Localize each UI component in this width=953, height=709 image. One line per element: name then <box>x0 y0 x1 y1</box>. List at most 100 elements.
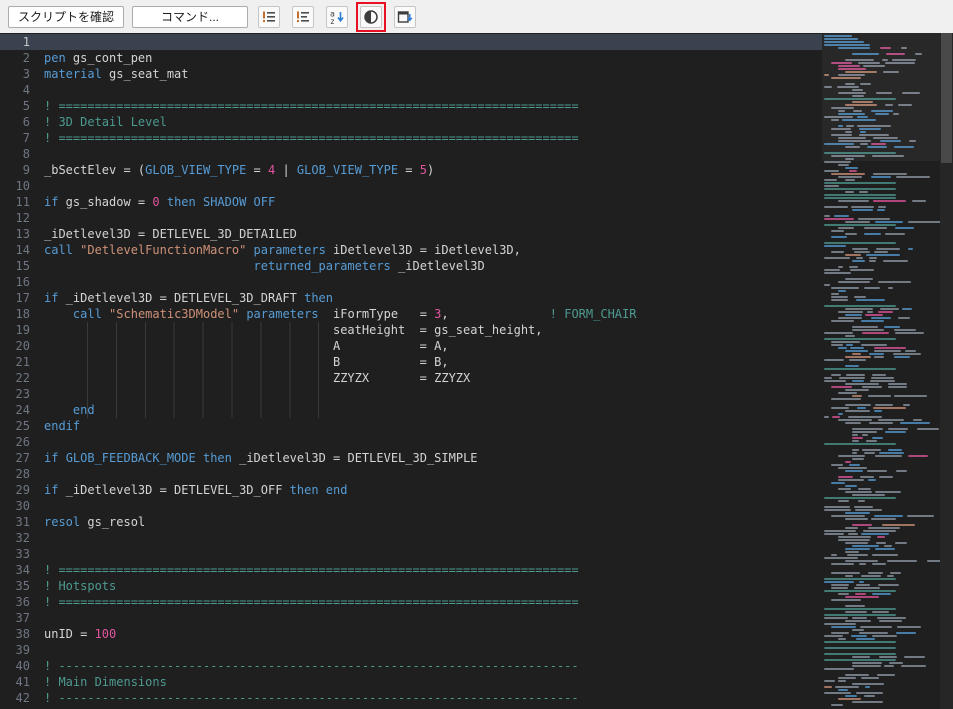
code-line[interactable]: 42! ------------------------------------… <box>0 690 822 706</box>
scrollbar-thumb[interactable] <box>941 33 952 163</box>
line-number: 3 <box>0 66 44 82</box>
code-line[interactable]: 2pen gs_cont_pen <box>0 50 822 66</box>
check-script-button[interactable]: スクリプトを確認 <box>8 6 124 28</box>
code-text: seatHeight = gs_seat_height, <box>44 322 543 338</box>
code-line[interactable]: 31resol gs_resol <box>0 514 822 530</box>
line-number: 19 <box>0 322 44 338</box>
code-text: ! ======================================… <box>44 562 579 578</box>
line-number: 31 <box>0 514 44 530</box>
toolbar-icon-group: a z <box>258 6 416 28</box>
code-line[interactable]: 14call "DetlevelFunctionMacro" parameter… <box>0 242 822 258</box>
parameter-list-button[interactable] <box>258 6 280 28</box>
minimap-row <box>822 704 940 707</box>
code-text: unID = 100 <box>44 626 116 642</box>
contrast-toggle-icon <box>363 9 379 25</box>
line-number: 27 <box>0 450 44 466</box>
code-line[interactable]: 33 <box>0 546 822 562</box>
line-number: 8 <box>0 146 44 162</box>
line-number: 23 <box>0 386 44 402</box>
line-number: 11 <box>0 194 44 210</box>
svg-text:z: z <box>330 17 335 25</box>
code-line[interactable]: 6! 3D Detail Level <box>0 114 822 130</box>
code-text: if GLOB_FEEDBACK_MODE then _iDetlevel3D … <box>44 450 478 466</box>
code-line[interactable]: 23 <box>0 386 822 402</box>
code-line[interactable]: 8 <box>0 146 822 162</box>
line-number: 38 <box>0 626 44 642</box>
line-number: 18 <box>0 306 44 322</box>
code-line[interactable]: 20 A = A, <box>0 338 822 354</box>
code-line[interactable]: 17if _iDetlevel3D = DETLEVEL_3D_DRAFT th… <box>0 290 822 306</box>
code-line[interactable]: 13_iDetlevel3D = DETLEVEL_3D_DETAILED <box>0 226 822 242</box>
code-line[interactable]: 15 returned_parameters _iDetlevel3D <box>0 258 822 274</box>
code-line[interactable]: 5! =====================================… <box>0 98 822 114</box>
minimap[interactable] <box>822 33 940 709</box>
line-number: 34 <box>0 562 44 578</box>
parameter-list-alt-button[interactable] <box>292 6 314 28</box>
code-line[interactable]: 30 <box>0 498 822 514</box>
commands-button[interactable]: コマンド... <box>132 6 248 28</box>
code-line[interactable]: 39 <box>0 642 822 658</box>
code-line[interactable]: 28 <box>0 466 822 482</box>
line-number: 39 <box>0 642 44 658</box>
code-text: ! ======================================… <box>44 130 579 146</box>
code-line[interactable]: 3material gs_seat_mat <box>0 66 822 82</box>
code-line[interactable]: 19 seatHeight = gs_seat_height, <box>0 322 822 338</box>
code-line[interactable]: 24 end <box>0 402 822 418</box>
line-number: 36 <box>0 594 44 610</box>
code-line[interactable]: 10 <box>0 178 822 194</box>
code-line[interactable]: 26 <box>0 434 822 450</box>
code-line[interactable]: 7! =====================================… <box>0 130 822 146</box>
code-line[interactable]: 35! Hotspots <box>0 578 822 594</box>
parameter-list-alt-icon <box>295 9 311 25</box>
code-text: if _iDetlevel3D = DETLEVEL_3D_DRAFT then <box>44 290 333 306</box>
line-number: 24 <box>0 402 44 418</box>
line-number: 32 <box>0 530 44 546</box>
code-line[interactable]: 37 <box>0 610 822 626</box>
code-text: call "Schematic3DModel" parameters iForm… <box>44 306 636 322</box>
code-text: ! --------------------------------------… <box>44 658 579 674</box>
line-number: 40 <box>0 658 44 674</box>
code-text: resol gs_resol <box>44 514 145 530</box>
code-line[interactable]: 1 <box>0 34 822 50</box>
code-text: returned_parameters _iDetlevel3D <box>44 258 485 274</box>
code-line[interactable]: 40! ------------------------------------… <box>0 658 822 674</box>
code-line[interactable]: 12 <box>0 210 822 226</box>
code-line[interactable]: 36! ====================================… <box>0 594 822 610</box>
code-pane[interactable]: 12pen gs_cont_pen3material gs_seat_mat45… <box>0 33 822 709</box>
code-line[interactable]: 27if GLOB_FEEDBACK_MODE then _iDetlevel3… <box>0 450 822 466</box>
line-number: 5 <box>0 98 44 114</box>
line-number: 17 <box>0 290 44 306</box>
code-line[interactable]: 4 <box>0 82 822 98</box>
sort-alpha-button[interactable]: a z <box>326 6 348 28</box>
contrast-toggle-button[interactable] <box>360 6 382 28</box>
line-number: 26 <box>0 434 44 450</box>
line-number: 10 <box>0 178 44 194</box>
code-line[interactable]: 41! Main Dimensions <box>0 674 822 690</box>
window-sort-button[interactable] <box>394 6 416 28</box>
code-text: ! 3D Detail Level <box>44 114 167 130</box>
code-line[interactable]: 11if gs_shadow = 0 then SHADOW OFF <box>0 194 822 210</box>
code-line[interactable]: 25endif <box>0 418 822 434</box>
code-line[interactable]: 21 B = B, <box>0 354 822 370</box>
code-text: _iDetlevel3D = DETLEVEL_3D_DETAILED <box>44 226 297 242</box>
code-line[interactable]: 18 call "Schematic3DModel" parameters iF… <box>0 306 822 322</box>
code-line[interactable]: 34! ====================================… <box>0 562 822 578</box>
line-number: 35 <box>0 578 44 594</box>
code-text: if gs_shadow = 0 then SHADOW OFF <box>44 194 275 210</box>
vertical-scrollbar[interactable] <box>940 33 953 709</box>
code-editor: 12pen gs_cont_pen3material gs_seat_mat45… <box>0 33 953 709</box>
code-line[interactable]: 38unID = 100 <box>0 626 822 642</box>
code-line[interactable]: 22 ZZYZX = ZZYZX <box>0 370 822 386</box>
code-text: ! Main Dimensions <box>44 674 167 690</box>
code-line[interactable]: 9_bSectElev = (GLOB_VIEW_TYPE = 4 | GLOB… <box>0 162 822 178</box>
code-text: pen gs_cont_pen <box>44 50 152 66</box>
minimap-viewport[interactable] <box>822 33 940 161</box>
code-text: ! ======================================… <box>44 594 579 610</box>
code-line[interactable]: 16 <box>0 274 822 290</box>
code-text: endif <box>44 418 80 434</box>
line-number: 12 <box>0 210 44 226</box>
code-line[interactable]: 32 <box>0 530 822 546</box>
code-line[interactable]: 29if _iDetlevel3D = DETLEVEL_3D_OFF then… <box>0 482 822 498</box>
line-number: 2 <box>0 50 44 66</box>
code-text: ! --------------------------------------… <box>44 690 579 706</box>
